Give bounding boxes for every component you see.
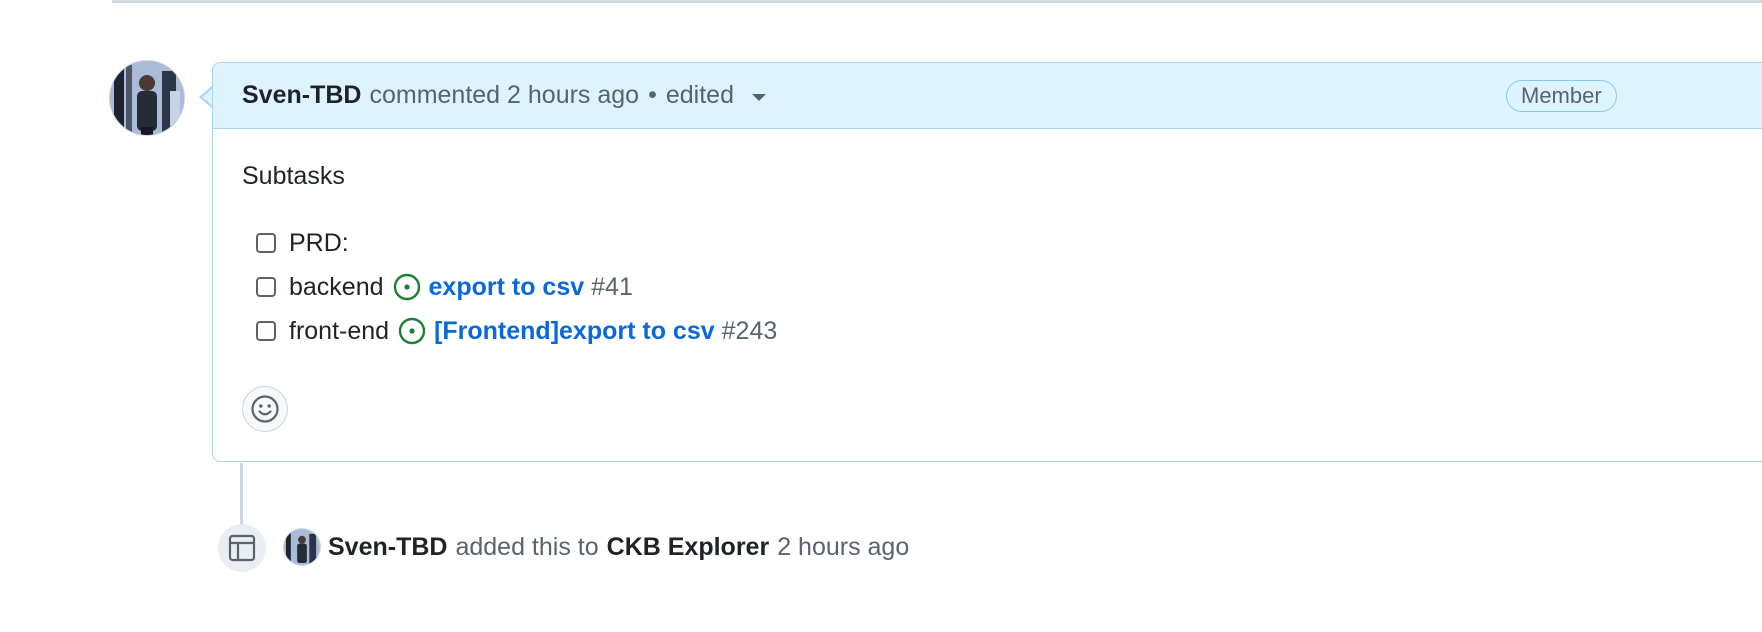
comment-body-title: Subtasks [242,162,345,190]
task-label: PRD: [289,228,349,257]
comment-box: Sven-TBD commented 2 hours ago • edited … [212,62,1762,462]
comment-header: Sven-TBD commented 2 hours ago • edited … [213,63,1762,129]
issue-link[interactable]: [Frontend]export to csv [434,317,715,346]
task-item-backend: backend export to csv #41 [256,265,1762,309]
event-author-link[interactable]: Sven-TBD [328,533,447,562]
comment-author-link[interactable]: Sven-TBD [242,81,361,110]
timeline-event-badge [218,524,266,572]
edited-history-dropdown[interactable]: edited [666,81,766,110]
issue-number: #243 [721,316,778,345]
author-role-badge: Member [1506,80,1617,112]
avatar-image [284,529,320,565]
avatar-image [110,61,184,135]
comment-body: Subtasks PRD: backend export to csv #41 [213,129,1762,353]
task-checkbox[interactable] [256,277,276,297]
issue-link[interactable]: export to csv [429,273,585,302]
issue-number: #41 [591,272,633,301]
timeline-connector [240,463,243,525]
comment-timestamp-link[interactable]: 2 hours ago [507,81,639,110]
timeline-top-divider [112,0,1762,3]
task-list: PRD: backend export to csv #41 front-end [242,221,1762,353]
task-label: backend [289,272,384,301]
event-author-avatar[interactable] [284,529,320,565]
timeline-event: Sven-TBD added this to CKB Explorer 2 ho… [284,529,909,565]
event-timestamp-link[interactable]: 2 hours ago [777,533,909,562]
project-link[interactable]: CKB Explorer [607,533,770,562]
task-checkbox[interactable] [256,233,276,253]
add-reaction-button[interactable] [242,386,288,432]
task-checkbox[interactable] [256,321,276,341]
edited-label: edited [665,81,734,109]
comment-author-avatar[interactable] [110,61,184,135]
issue-opened-icon [398,317,426,345]
task-item-frontend: front-end [Frontend]export to csv #243 [256,309,1762,353]
smiley-icon [251,395,279,423]
task-label: front-end [289,316,390,345]
comment-action: commented [369,81,501,109]
issue-opened-icon [393,273,421,301]
chevron-down-icon [751,94,766,101]
event-description: added this to [455,532,599,561]
project-table-icon [228,534,256,562]
separator-dot: • [648,81,657,109]
task-item-prd: PRD: [256,221,1762,265]
